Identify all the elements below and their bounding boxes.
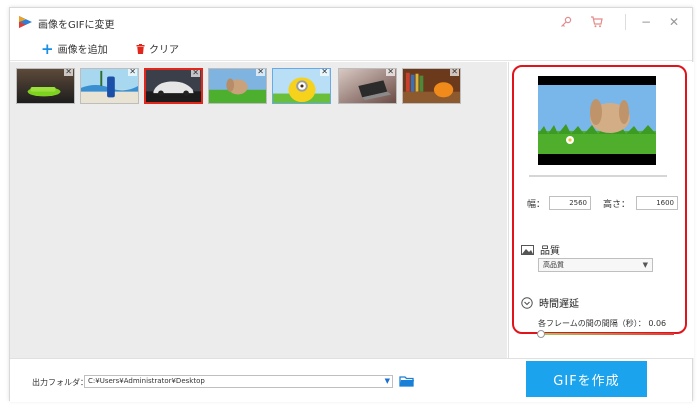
- add-image-button[interactable]: + 画像を追加: [41, 41, 108, 56]
- add-image-label: 画像を追加: [57, 45, 108, 56]
- quality-heading: 品質: [521, 242, 560, 257]
- image-list-area[interactable]: ✕ ✕ ✕ ✕ ✕ ✕ ✕: [10, 62, 507, 358]
- clock-chevron-icon: [521, 296, 533, 309]
- bottom-bar: 出力フォルダ： C:¥Users¥Administrator¥Desktop ▼…: [10, 358, 692, 402]
- key-icon[interactable]: [558, 14, 574, 30]
- delay-heading: 時間遅延: [521, 295, 579, 310]
- remove-thumbnail-icon[interactable]: ✕: [191, 70, 200, 77]
- cart-icon[interactable]: [588, 14, 604, 30]
- remove-thumbnail-icon[interactable]: ✕: [450, 69, 459, 76]
- clear-label: クリア: [149, 45, 179, 56]
- create-gif-button[interactable]: GIFを作成: [526, 361, 647, 397]
- output-folder-label: 出力フォルダ：: [32, 378, 88, 387]
- thumbnail-item[interactable]: ✕: [272, 68, 331, 104]
- output-path-value: C:¥Users¥Administrator¥Desktop: [88, 377, 205, 385]
- minimize-button[interactable]: −: [638, 14, 654, 30]
- height-setting: 高さ： 1600: [603, 196, 679, 210]
- frame-interval-text: 各フレームの間の間隔（秒）：: [538, 319, 646, 328]
- thumbnail-item[interactable]: ✕: [80, 68, 139, 104]
- app-logo-icon: [19, 16, 32, 28]
- settings-panel: 幅： 2560 高さ： 1600 品質 高品質 ▼ 時間遅延 各フレームの間の間…: [508, 62, 694, 358]
- trash-icon: [136, 43, 145, 54]
- thumbnail-item[interactable]: ✕: [402, 68, 461, 104]
- thumbnail-item[interactable]: ✕: [338, 68, 397, 104]
- frame-interval-value: 0.06: [648, 319, 667, 328]
- folder-icon[interactable]: [399, 374, 415, 388]
- width-setting: 幅： 2560: [527, 196, 592, 210]
- plus-icon: +: [41, 39, 54, 58]
- remove-thumbnail-icon[interactable]: ✕: [128, 69, 137, 76]
- preview-image: [538, 76, 656, 165]
- chevron-down-icon[interactable]: ▼: [385, 376, 390, 387]
- thumbnail-item[interactable]: ✕: [16, 68, 75, 104]
- output-path-field[interactable]: C:¥Users¥Administrator¥Desktop ▼: [84, 375, 393, 388]
- quality-value: 高品質: [543, 261, 564, 269]
- clear-button[interactable]: クリア: [136, 41, 179, 56]
- width-label: 幅：: [527, 199, 546, 210]
- quality-dropdown[interactable]: 高品質 ▼: [538, 258, 653, 272]
- image-quality-icon: [521, 244, 534, 255]
- frame-interval-label: 各フレームの間の間隔（秒）： 0.06: [538, 318, 666, 329]
- thumbnail-item[interactable]: ✕: [208, 68, 267, 104]
- remove-thumbnail-icon[interactable]: ✕: [386, 69, 395, 76]
- remove-thumbnail-icon[interactable]: ✕: [256, 69, 265, 76]
- chevron-down-icon: ▼: [642, 261, 648, 269]
- close-button[interactable]: ✕: [666, 14, 682, 30]
- title-bar: 画像をGIFに変更 − ✕: [10, 8, 692, 36]
- preview-divider: [529, 175, 667, 177]
- remove-thumbnail-icon[interactable]: ✕: [320, 69, 329, 76]
- width-input[interactable]: 2560: [549, 196, 592, 210]
- app-window: 画像をGIFに変更 − ✕ + 画像を追加 クリア ✕ ✕ ✕ ✕ ✕ ✕ ✕ …: [9, 7, 694, 402]
- thumbnail-item-selected[interactable]: ✕: [144, 68, 203, 104]
- height-label: 高さ：: [603, 199, 631, 210]
- remove-thumbnail-icon[interactable]: ✕: [64, 69, 73, 76]
- titlebar-divider: [625, 14, 626, 30]
- window-title: 画像をGIFに変更: [38, 20, 115, 31]
- delay-slider-track[interactable]: [540, 333, 674, 335]
- quality-title: 品質: [540, 246, 560, 257]
- height-input[interactable]: 1600: [636, 196, 679, 210]
- delay-slider-handle[interactable]: [537, 330, 545, 338]
- toolbar: + 画像を追加 クリア: [10, 36, 692, 61]
- delay-title: 時間遅延: [539, 299, 579, 310]
